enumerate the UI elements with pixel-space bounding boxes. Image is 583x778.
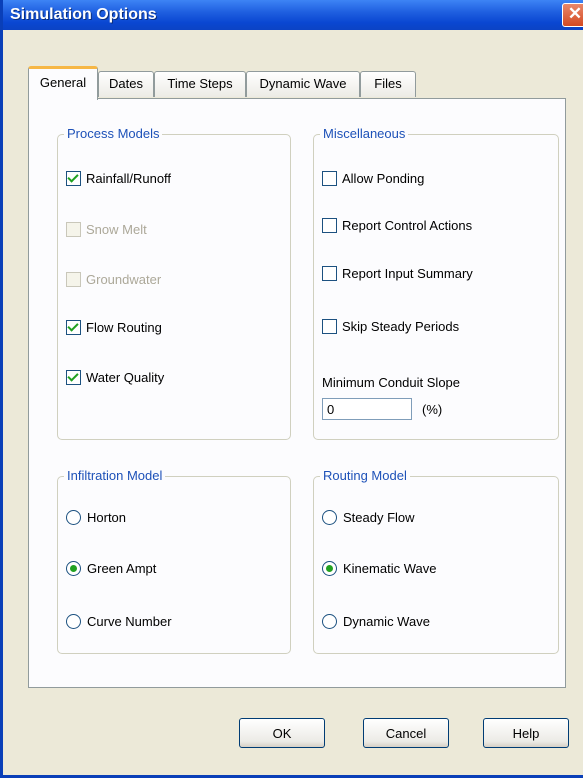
report-input-summary-checkbox[interactable]: Report Input Summary [322, 265, 473, 285]
radio-icon [322, 510, 337, 526]
tab-files[interactable]: Files [360, 71, 416, 97]
checkbox-checked-icon [66, 320, 81, 336]
checkbox-disabled-icon [66, 222, 81, 238]
groundwater-checkbox: Groundwater [66, 271, 161, 291]
tab-time-steps[interactable]: Time Steps [154, 71, 246, 97]
snow-melt-checkbox: Snow Melt [66, 221, 147, 241]
tab-dynamic-wave[interactable]: Dynamic Wave [246, 71, 360, 97]
horton-radio[interactable]: Horton [66, 509, 126, 529]
checkbox-icon [322, 319, 337, 335]
radio-selected-icon [66, 561, 81, 577]
allow-ponding-checkbox[interactable]: Allow Ponding [322, 170, 424, 190]
general-tab-panel: Process Models Rainfall/Runoff Snow Melt… [28, 98, 566, 688]
tab-general[interactable]: General [28, 66, 98, 100]
radio-icon [66, 510, 81, 526]
process-models-group: Process Models Rainfall/Runoff Snow Melt… [57, 126, 291, 440]
miscellaneous-group: Miscellaneous Allow Ponding Report Contr… [313, 126, 559, 440]
process-models-title: Process Models [64, 126, 163, 141]
kinematic-wave-radio[interactable]: Kinematic Wave [322, 560, 436, 580]
green-ampt-radio[interactable]: Green Ampt [66, 560, 156, 580]
rainfall-runoff-checkbox[interactable]: Rainfall/Runoff [66, 170, 171, 190]
checkbox-icon [322, 218, 337, 234]
infiltration-model-group: Infiltration Model Horton Green Ampt Cur… [57, 468, 291, 654]
checkbox-icon [322, 266, 337, 282]
radio-icon [322, 614, 337, 630]
window-title: Simulation Options [10, 6, 157, 23]
ok-button[interactable]: OK [239, 718, 325, 748]
title-bar[interactable]: Simulation Options ✕ [3, 0, 583, 30]
min-conduit-slope-label: Minimum Conduit Slope [322, 375, 461, 390]
report-control-actions-checkbox[interactable]: Report Control Actions [322, 217, 472, 237]
radio-icon [66, 614, 81, 630]
help-button[interactable]: Help [483, 718, 569, 748]
checkbox-checked-icon [66, 370, 81, 386]
radio-selected-icon [322, 561, 337, 577]
checkbox-icon [322, 171, 337, 187]
curve-number-radio[interactable]: Curve Number [66, 613, 172, 633]
simulation-options-window: Simulation Options ✕ General Dates Time … [0, 0, 583, 778]
dynamic-wave-radio[interactable]: Dynamic Wave [322, 613, 430, 633]
slope-unit-label: (%) [422, 402, 443, 417]
infiltration-model-title: Infiltration Model [64, 468, 166, 483]
routing-model-group: Routing Model Steady Flow Kinematic Wave… [313, 468, 559, 654]
routing-model-title: Routing Model [320, 468, 410, 483]
min-conduit-slope-input[interactable] [322, 398, 412, 420]
checkbox-checked-icon [66, 171, 81, 187]
steady-flow-radio[interactable]: Steady Flow [322, 509, 415, 529]
skip-steady-periods-checkbox[interactable]: Skip Steady Periods [322, 318, 459, 338]
flow-routing-checkbox[interactable]: Flow Routing [66, 319, 162, 339]
water-quality-checkbox[interactable]: Water Quality [66, 369, 164, 389]
close-button[interactable]: ✕ [562, 3, 583, 27]
cancel-button[interactable]: Cancel [363, 718, 449, 748]
close-icon: ✕ [567, 4, 583, 23]
tab-dates[interactable]: Dates [98, 71, 154, 97]
checkbox-disabled-icon [66, 272, 81, 288]
miscellaneous-title: Miscellaneous [320, 126, 409, 141]
